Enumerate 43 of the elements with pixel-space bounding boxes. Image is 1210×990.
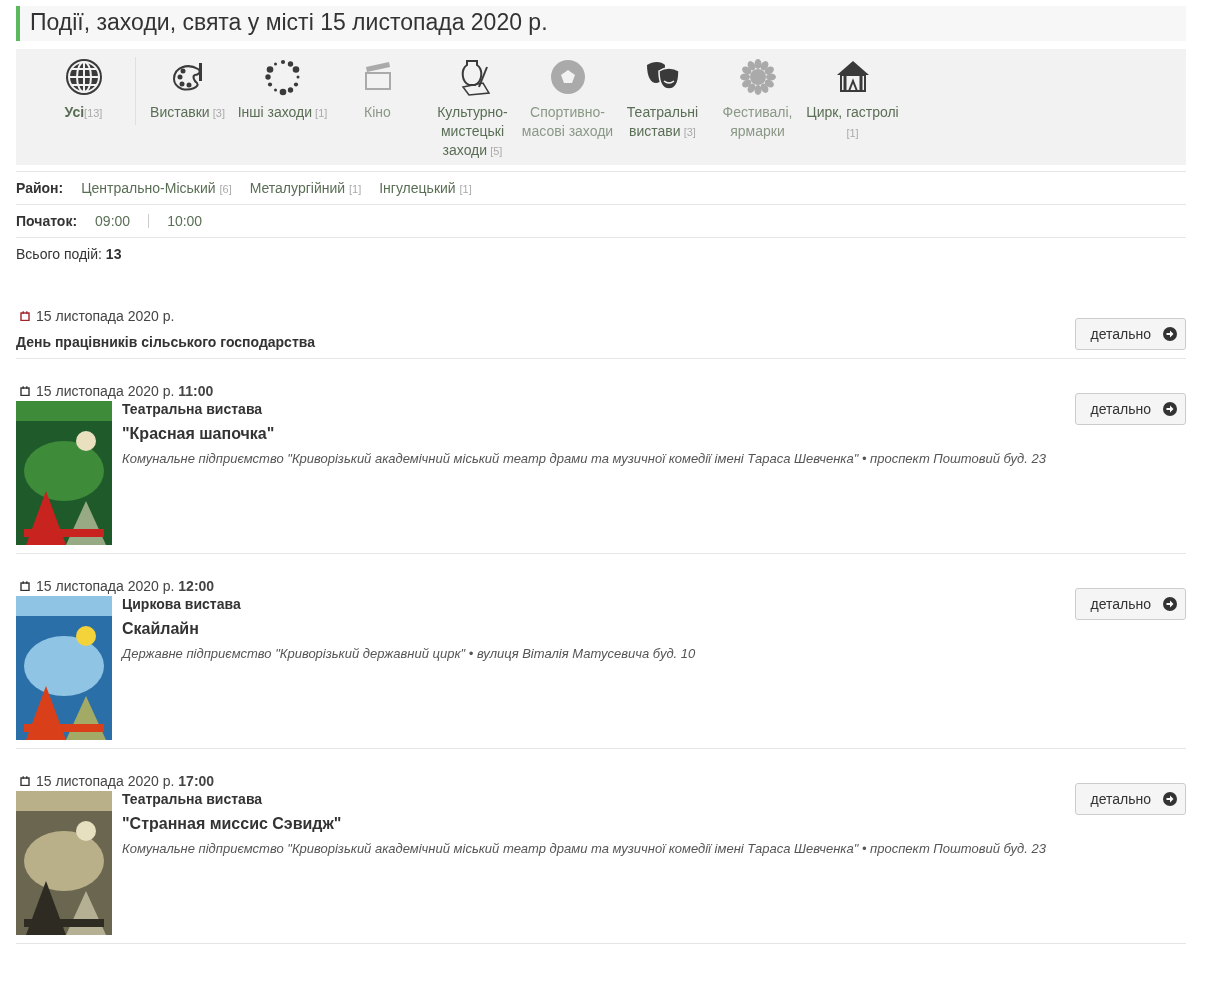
time-link[interactable]: 10:00 bbox=[167, 213, 203, 229]
event-type: Театральна вистава bbox=[122, 401, 264, 417]
event-type: Театральна вистава bbox=[122, 791, 264, 807]
arrow-icon bbox=[1163, 327, 1177, 341]
filter-label: Початок: bbox=[16, 213, 78, 229]
event-title: "Красная шапочка" bbox=[122, 425, 276, 443]
calendar-icon bbox=[20, 386, 30, 396]
arrow-icon bbox=[1163, 597, 1177, 611]
page-title: Події, заходи, свята у місті 15 листопада 2020 р. bbox=[16, 6, 1186, 41]
category-tab[interactable]: Культурно-мистецькі заходи [5] bbox=[425, 57, 520, 163]
details-button[interactable]: детально bbox=[1075, 783, 1186, 815]
calendar-icon bbox=[20, 311, 30, 321]
event-title: День працівників сільського господарства bbox=[16, 334, 315, 350]
category-tab[interactable]: Усі[13] bbox=[36, 57, 136, 125]
district-link[interactable]: Інгулецький [1] bbox=[379, 180, 472, 196]
event-venue: Комунальне підприємство "Криворізький академічний міський театр драми та музичної комедії імені Тараса Шевченка" • проспект Поштовий буд. 23 bbox=[122, 841, 1046, 856]
district-link[interactable]: Центрально-Міський [6] bbox=[81, 180, 232, 196]
arrow-icon bbox=[1163, 792, 1177, 806]
event-title: Скайлайн bbox=[122, 620, 200, 638]
event-date: 15 листопада 2020 р. bbox=[36, 308, 175, 324]
calendar-icon bbox=[20, 776, 30, 786]
district-link[interactable]: Металургійний [1] bbox=[249, 180, 362, 196]
event-date: 15 листопада 2020 р. 11:00 bbox=[36, 383, 214, 399]
category-tab[interactable]: Цирк, гастролі [1] bbox=[805, 57, 900, 145]
category-tab[interactable]: Театральні вистави [3] bbox=[615, 57, 710, 144]
event-title: "Странная миссис Сэвидж" bbox=[122, 815, 343, 833]
total-count: Всього подій: 13 bbox=[16, 245, 123, 264]
calendar-icon bbox=[20, 581, 30, 591]
event-type: Циркова вистава bbox=[122, 596, 242, 612]
details-button[interactable]: детально bbox=[1075, 318, 1186, 350]
category-tab[interactable]: Інші заходи [1] bbox=[235, 57, 330, 125]
category-tab[interactable]: Виставки [3] bbox=[140, 57, 235, 125]
arrow-icon bbox=[1163, 402, 1177, 416]
globe-icon bbox=[63, 57, 104, 97]
event-date: 15 листопада 2020 р. 12:00 bbox=[36, 578, 215, 594]
event-venue: Державне підприємство "Криворізький державний цирк" • вулиця Віталія Матусевича буд. 10 bbox=[122, 646, 696, 661]
time-link[interactable]: 09:00 bbox=[95, 213, 131, 229]
event-date: 15 листопада 2020 р. 17:00 bbox=[36, 773, 215, 789]
details-button[interactable]: детально bbox=[1075, 393, 1186, 425]
event-venue: Комунальне підприємство "Криворізький академічний міський театр драми та музичної комедії імені Тараса Шевченка" • проспект Поштовий буд. 23 bbox=[122, 451, 1046, 466]
flower-icon bbox=[737, 57, 778, 97]
details-button[interactable]: детально bbox=[1075, 588, 1186, 620]
filter-label: Район: bbox=[16, 180, 64, 196]
